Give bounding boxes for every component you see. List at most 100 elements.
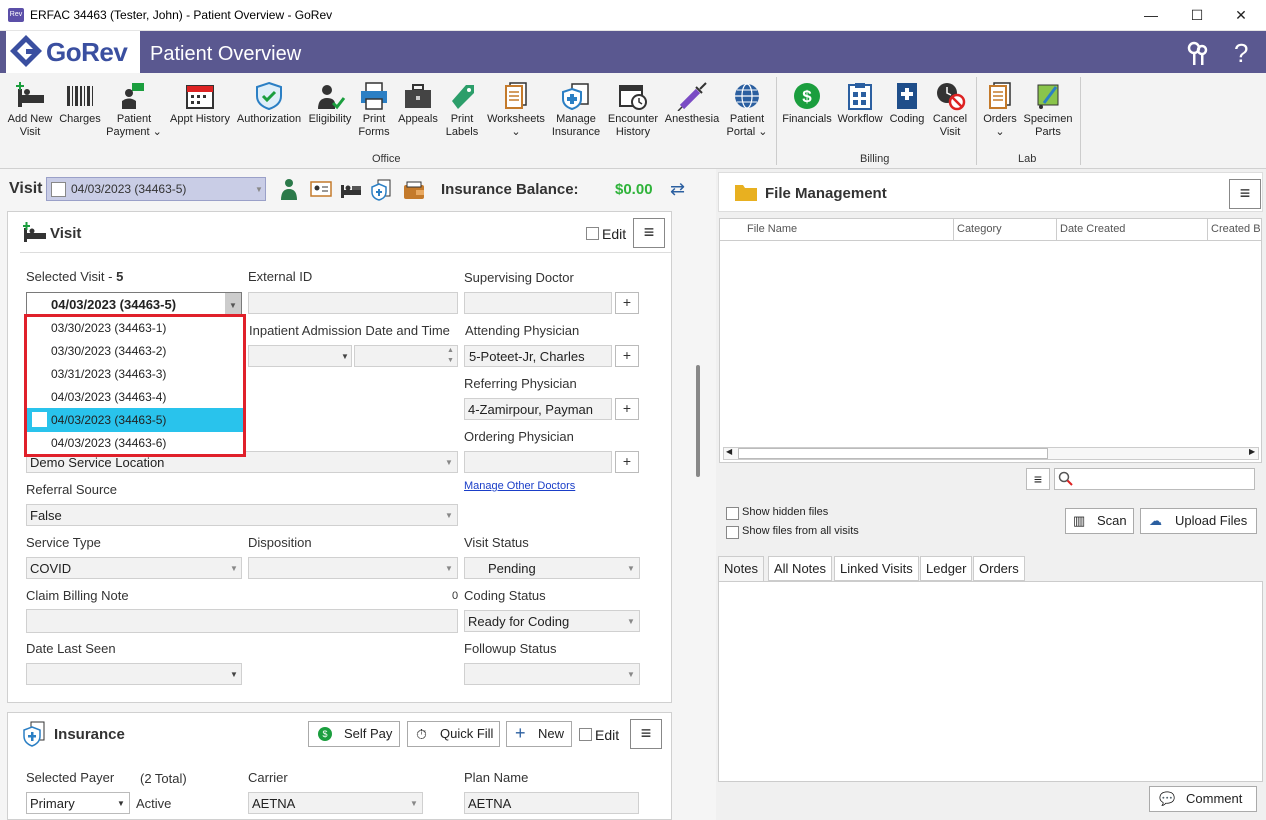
- list-options-button[interactable]: ≡: [1026, 468, 1050, 490]
- coding-button[interactable]: Coding: [886, 77, 928, 149]
- show-hidden-files-checkbox[interactable]: [726, 507, 739, 520]
- close-button[interactable]: ✕: [1218, 0, 1264, 31]
- date-last-seen-field[interactable]: ▼: [26, 663, 242, 685]
- anesthesia-button[interactable]: Anesthesia: [662, 77, 722, 149]
- add-supervising-button[interactable]: +: [615, 292, 639, 314]
- brand-name: GoRev: [46, 37, 128, 67]
- column-header[interactable]: File Name: [747, 223, 797, 235]
- patient-payment-button[interactable]: Patient Payment ⌄: [104, 77, 164, 149]
- print-labels-button[interactable]: Print Labels: [442, 77, 482, 149]
- tab-all-notes[interactable]: All Notes: [768, 556, 833, 581]
- id-card-icon[interactable]: [310, 181, 332, 200]
- encounter-history-button[interactable]: Encounter History: [604, 77, 662, 149]
- quick-fill-button[interactable]: ⏱ Quick Fill: [407, 721, 500, 747]
- print-forms-button[interactable]: Print Forms: [354, 77, 394, 149]
- ordering-physician-field[interactable]: [464, 451, 612, 473]
- horizontal-scrollbar-thumb[interactable]: [738, 448, 1048, 459]
- bed-icon[interactable]: [340, 181, 362, 202]
- help-icon[interactable]: ?: [1234, 38, 1248, 69]
- chevron-down-icon[interactable]: ▼: [225, 293, 241, 315]
- scroll-right-icon[interactable]: ▶: [1249, 447, 1255, 456]
- keys-icon[interactable]: [1186, 41, 1210, 74]
- horizontal-scrollbar[interactable]: ◀ ▶: [723, 447, 1259, 460]
- tab-notes[interactable]: Notes: [718, 556, 764, 582]
- left-scrollbar-thumb[interactable]: [696, 365, 700, 477]
- plan-name-field[interactable]: AETNA: [464, 792, 639, 814]
- dropdown-option[interactable]: 04/03/2023 (34463-6): [51, 436, 166, 450]
- disposition-label: Disposition: [248, 535, 312, 550]
- visit-select[interactable]: 04/03/2023 (34463-5) ▼: [46, 177, 266, 201]
- appt-history-button[interactable]: Appt History: [164, 77, 236, 149]
- appeals-button[interactable]: Appeals: [396, 77, 440, 149]
- new-insurance-button[interactable]: + New: [506, 721, 572, 747]
- file-grid: File Name Category Date Created Created …: [719, 218, 1262, 463]
- payer-select[interactable]: Primary ▼: [26, 792, 130, 814]
- scroll-left-icon[interactable]: ◀: [726, 447, 732, 456]
- file-menu-button[interactable]: ≡: [1229, 179, 1261, 209]
- supervising-doctor-field[interactable]: [464, 292, 612, 314]
- wallet-icon[interactable]: [403, 180, 425, 203]
- new-label: New: [538, 726, 565, 741]
- self-pay-button[interactable]: $ Self Pay: [308, 721, 400, 747]
- file-search-input[interactable]: [1054, 468, 1255, 490]
- referring-physician-field[interactable]: 4-Zamirpour, Payman: [464, 398, 612, 420]
- referring-physician-value: 4-Zamirpour, Payman: [468, 402, 593, 417]
- column-header[interactable]: Created B: [1211, 223, 1261, 235]
- specimen-parts-button[interactable]: Specimen Parts: [1022, 77, 1074, 149]
- insurance-edit-checkbox[interactable]: [579, 728, 592, 741]
- worksheets-button[interactable]: Worksheets ⌄: [484, 77, 548, 149]
- charges-button[interactable]: Charges: [56, 77, 104, 149]
- external-id-field[interactable]: [248, 292, 458, 314]
- followup-status-field[interactable]: ▼: [464, 663, 640, 685]
- dropdown-option[interactable]: 03/30/2023 (34463-1): [51, 321, 166, 335]
- eligibility-button[interactable]: Eligibility: [304, 77, 356, 149]
- dropdown-option[interactable]: 03/30/2023 (34463-2): [51, 344, 166, 358]
- scan-button[interactable]: ▥ Scan: [1065, 508, 1134, 534]
- tab-linked-visits[interactable]: Linked Visits: [834, 556, 919, 581]
- insurance-menu-button[interactable]: ≡: [630, 719, 662, 749]
- upload-files-button[interactable]: ☁ Upload Files: [1140, 508, 1257, 534]
- column-header[interactable]: Date Created: [1060, 223, 1125, 235]
- dropdown-option[interactable]: 04/03/2023 (34463-4): [51, 390, 166, 404]
- add-referring-button[interactable]: +: [615, 398, 639, 420]
- tab-orders[interactable]: Orders: [973, 556, 1025, 581]
- add-ordering-button[interactable]: +: [615, 451, 639, 473]
- dropdown-option-selected[interactable]: 04/03/2023 (34463-5): [27, 408, 243, 432]
- visit-status-field[interactable]: Pending ▼: [464, 557, 640, 579]
- visit-menu-button[interactable]: ≡: [633, 218, 665, 248]
- visit-edit-checkbox[interactable]: [586, 227, 599, 240]
- orders-button[interactable]: Orders ⌄: [980, 77, 1020, 149]
- patient-portal-button[interactable]: Patient Portal ⌄: [722, 77, 772, 149]
- minimize-button[interactable]: —: [1128, 0, 1174, 31]
- coding-status-field[interactable]: Ready for Coding ▼: [464, 610, 640, 632]
- workflow-button[interactable]: Workflow: [834, 77, 886, 149]
- cancel-visit-button[interactable]: Cancel Visit: [928, 77, 972, 149]
- add-new-visit-button[interactable]: Add New Visit: [4, 77, 56, 149]
- doctor-icon[interactable]: [280, 178, 298, 203]
- manage-other-doctors-link[interactable]: Manage Other Doctors: [464, 480, 575, 492]
- dropdown-option[interactable]: 03/31/2023 (34463-3): [51, 367, 166, 381]
- tab-ledger[interactable]: Ledger: [920, 556, 973, 581]
- service-type-field[interactable]: COVID ▼: [26, 557, 242, 579]
- show-all-visits-checkbox[interactable]: [726, 526, 739, 539]
- claim-billing-note-field[interactable]: [26, 609, 458, 633]
- comment-label: Comment: [1186, 791, 1243, 806]
- manage-insurance-button[interactable]: Manage Insurance: [550, 77, 602, 149]
- maximize-button[interactable]: ☐: [1174, 0, 1220, 31]
- column-header[interactable]: Category: [957, 223, 1002, 235]
- admission-time-field[interactable]: ▲ ▼: [354, 345, 458, 367]
- selected-visit-combo[interactable]: 04/03/2023 (34463-5) ▼: [26, 292, 242, 316]
- gorev-logo: GoRev: [6, 31, 140, 73]
- comment-button[interactable]: 💬 Comment: [1149, 786, 1257, 812]
- disposition-field[interactable]: ▼: [248, 557, 458, 579]
- admission-date-field[interactable]: ▼: [248, 345, 352, 367]
- add-attending-button[interactable]: +: [615, 345, 639, 367]
- carrier-field[interactable]: AETNA ▼: [248, 792, 423, 814]
- calendar-clock-icon: [619, 85, 647, 110]
- referral-source-field[interactable]: False ▼: [26, 504, 458, 526]
- authorization-button[interactable]: Authorization: [236, 77, 302, 149]
- attending-physician-field[interactable]: 5-Poteet-Jr, Charles: [464, 345, 612, 367]
- insurance-icon[interactable]: [370, 179, 392, 204]
- refresh-icon[interactable]: ⇄: [670, 179, 685, 200]
- financials-button[interactable]: $ Financials: [780, 77, 834, 149]
